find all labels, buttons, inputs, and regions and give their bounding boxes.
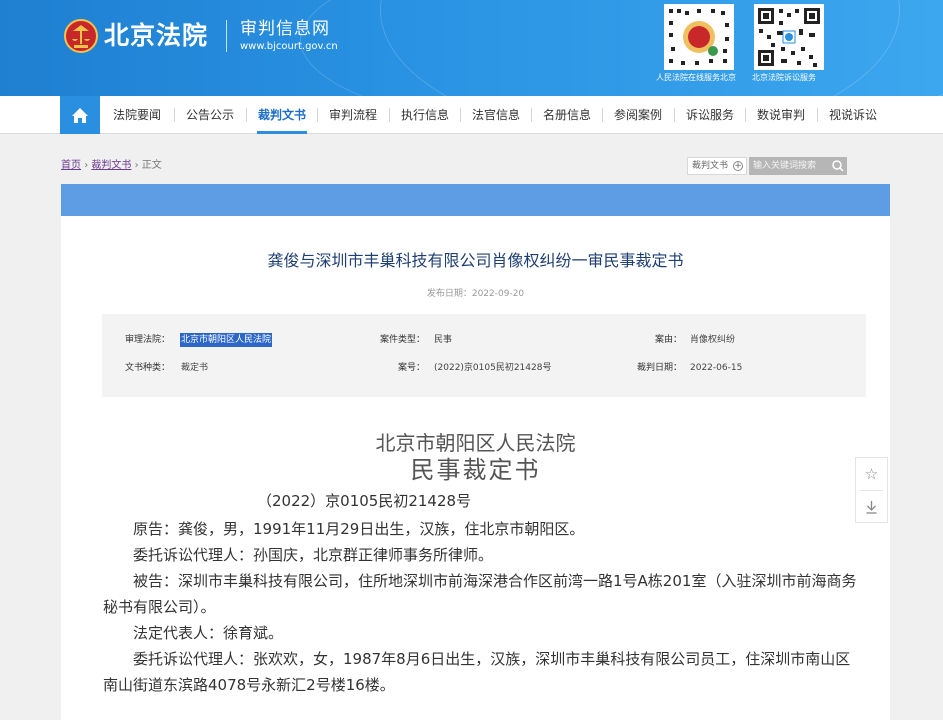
search-category-label: 裁判文书 [692,161,729,171]
paragraph-legal-representative: 法定代表人：徐育斌。 [133,624,284,642]
nav-separator [602,108,603,122]
nav-item[interactable]: 数说审判 [756,96,806,134]
breadcrumb-current: 正文 [141,160,162,171]
cause-label: 案由： [654,335,682,345]
nav-separator [531,108,532,122]
site-header: 北京法院 审判信息网 www.bjcourt.gov.cn 人民法院在线服务北京 [0,0,943,96]
nav-separator [317,108,318,122]
logo-divider [226,20,227,52]
nav-item[interactable]: 视说诉讼 [828,96,878,134]
nav-item[interactable]: 执行信息 [400,96,450,134]
nav-separator [174,108,175,122]
publish-date: 发布日期：2022-09-20 [426,289,525,299]
download-button[interactable] [856,491,887,523]
case-info-box: 审理法院： 北京市朝阳区人民法院 案件类型： 民事 案由： 肖像权纠纷 文书种类… [102,314,866,397]
header-decoration [300,0,943,96]
breadcrumb: 首页 › 裁判文书 › 正文 [61,159,162,173]
judge-date-value: 2022-06-15 [690,363,743,373]
download-icon [866,501,877,514]
doc-kind-label: 文书种类： [124,363,170,373]
paragraph-defendant-agent: 委托诉讼代理人：张欢欢，女，1987年8月6日出生，汉族，深圳市丰巢科技有限公司… [103,650,851,694]
nav-separator [674,108,675,122]
site-title: 审判信息网 [240,19,330,39]
paragraph-plaintiff-agent: 委托诉讼代理人：孙国庆，北京群正律师事务所律师。 [133,546,494,564]
nav-separator [745,108,746,122]
court-value[interactable]: 北京市朝阳区人民法院 [180,333,273,347]
paragraph-plaintiff: 原告：龚俊，男，1991年11月29日出生，汉族，住北京市朝阳区。 [133,520,585,538]
breadcrumb-section-link[interactable]: 裁判文书 [91,160,131,171]
court-name-heading: 北京市朝阳区人民法院 [375,431,576,455]
plus-circle-icon: + [733,161,743,171]
nav-separator [817,108,818,122]
search-icon [832,160,844,172]
site-logo-text[interactable]: 北京法院 [104,17,208,55]
cause-value: 肖像权纠纷 [690,335,736,345]
paragraph-defendant: 被告：深圳市丰巢科技有限公司，住所地深圳市前海深港合作区前湾一路1号A栋201室… [103,572,857,616]
nav-item[interactable]: 法院要闻 [112,96,162,134]
nav-separator [460,108,461,122]
nav-item[interactable]: 参阅案例 [613,96,663,134]
star-icon: ☆ [864,465,879,483]
qr-caption: 北京法院诉讼服务 [752,73,816,82]
case-type-label: 案件类型： [379,335,425,345]
nav-item[interactable]: 裁判文书 [257,96,307,134]
document-title: 龚俊与深圳市丰巢科技有限公司肖像权纠纷一审民事裁定书 [267,251,684,270]
nav-separator [389,108,390,122]
nav-item[interactable]: 名册信息 [542,96,592,134]
case-no-value: (2022)京0105民初21428号 [434,363,552,373]
qr-code-litigation-service [754,4,824,70]
doc-kind-value: 裁定书 [181,363,209,373]
case-no-label: 案号： [397,363,425,373]
nav-item[interactable]: 法官信息 [471,96,521,134]
qr-code-online-service [664,4,734,70]
judge-date-label: 裁判日期： [636,363,682,373]
nav-item[interactable]: 公告公示 [185,96,235,134]
nav-item[interactable]: 审判流程 [328,96,378,134]
site-url: www.bjcourt.gov.cn [240,41,338,52]
court-label: 审理法院： [124,335,170,345]
qr-caption: 人民法院在线服务北京 [656,73,736,82]
nav-item[interactable]: 诉讼服务 [685,96,735,134]
breadcrumb-separator: › [134,160,139,171]
search-button[interactable] [829,157,847,175]
main-nav: 法院要闻 公告公示 裁判文书 审判流程 执行信息 法官信息 名册信息 参阅案例 诉讼服务 数说审判… [0,96,943,134]
home-icon [72,108,88,123]
breadcrumb-separator: › [84,160,89,171]
favorite-button[interactable]: ☆ [856,458,887,490]
document-type-heading: 民事裁定书 [410,456,541,484]
breadcrumb-home-link[interactable]: 首页 [61,160,81,171]
floating-toolbar: ☆ [855,457,888,523]
document-panel: 龚俊与深圳市丰巢科技有限公司肖像权纠纷一审民事裁定书 发布日期：2022-09-… [61,216,890,720]
case-number: （2022）京0105民初21428号 [257,492,472,510]
content-header-band [61,184,890,216]
nav-separator [246,108,247,122]
nav-home-button[interactable] [60,96,100,134]
case-type-value: 民事 [434,335,453,345]
search-category-select[interactable]: 裁判文书 + [687,157,747,175]
search-input[interactable] [749,157,831,175]
court-emblem-icon [64,19,98,53]
